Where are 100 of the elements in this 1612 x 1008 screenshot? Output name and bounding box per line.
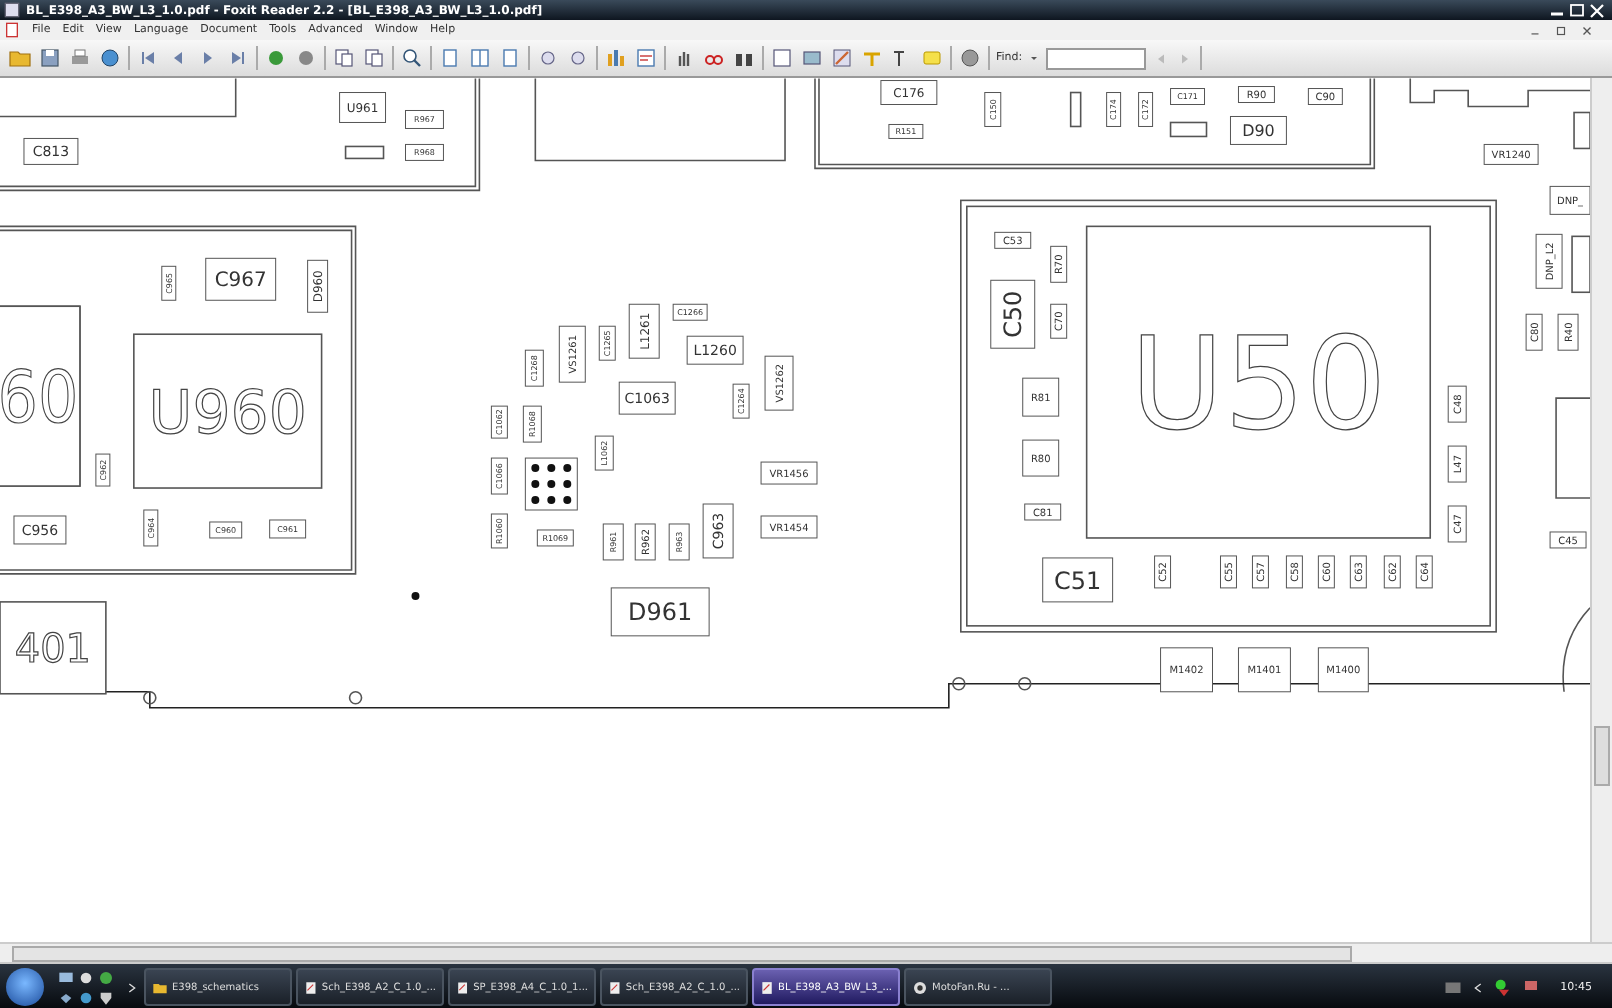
bar-chart-icon[interactable] <box>604 46 628 70</box>
component-outline <box>618 381 676 415</box>
component-outline <box>1022 439 1060 477</box>
component-outline <box>1042 557 1114 603</box>
component-outline <box>1160 647 1213 693</box>
maximize-icon[interactable] <box>1568 1 1586 19</box>
component-outline <box>760 461 818 485</box>
component-outline <box>1022 377 1060 417</box>
component-outline <box>23 137 79 165</box>
component-outline <box>1251 555 1269 589</box>
find-field[interactable] <box>1046 47 1147 69</box>
pencil-icon[interactable] <box>830 46 854 70</box>
component-outline <box>1349 555 1367 589</box>
component-outline <box>760 515 818 539</box>
page-icon[interactable] <box>438 46 462 70</box>
component-outline <box>1447 505 1467 543</box>
last-page-icon[interactable] <box>226 46 250 70</box>
bga-pad-drawing <box>524 457 578 511</box>
component-outline <box>672 303 708 321</box>
component-label: 401 <box>14 624 92 673</box>
restore-icon[interactable] <box>1554 23 1568 37</box>
component-label: C51 <box>1054 566 1102 595</box>
component-outline <box>1237 647 1291 693</box>
horizontal-scrollbar[interactable] <box>0 942 1612 964</box>
component-outline <box>1237 86 1275 103</box>
component-outline <box>490 405 508 439</box>
component-outline <box>13 515 67 545</box>
shield-icon[interactable] <box>98 989 114 1005</box>
component-outline <box>1154 555 1172 589</box>
component-outline <box>598 325 616 361</box>
close-icon[interactable] <box>1580 23 1594 37</box>
first-page-icon[interactable] <box>136 46 160 70</box>
component-outline <box>1549 185 1591 215</box>
component-outline <box>524 349 544 387</box>
component-outline <box>888 124 924 139</box>
document-icon <box>608 979 622 995</box>
component-outline <box>1050 245 1068 283</box>
component-label: C967 <box>214 270 267 293</box>
component-outline <box>536 529 574 547</box>
start-button[interactable] <box>6 968 44 1006</box>
save-icon[interactable] <box>38 46 62 70</box>
component-outline <box>1138 92 1154 127</box>
page-icon[interactable] <box>332 46 356 70</box>
folder-icon <box>152 979 168 995</box>
component-outline <box>764 355 794 411</box>
component-outline <box>339 92 386 123</box>
circle-icon[interactable] <box>78 969 94 985</box>
caret-icon[interactable] <box>1028 52 1041 64</box>
component-outline <box>702 503 734 559</box>
component-label: 60 <box>0 358 89 441</box>
component-outline <box>558 325 586 383</box>
document-icon <box>304 979 318 995</box>
component-outline <box>1230 116 1287 145</box>
component-outline <box>686 335 744 365</box>
component-outline <box>143 509 159 547</box>
component-label: C50 <box>999 290 1028 338</box>
component-outline <box>610 587 710 637</box>
two-page-icon[interactable] <box>468 46 492 70</box>
component-outline <box>405 110 444 129</box>
component-outline <box>628 303 660 359</box>
component-outline <box>594 435 614 471</box>
form-icon[interactable] <box>634 46 658 70</box>
component-label: D90 <box>1242 122 1275 141</box>
vertical-scrollbar[interactable] <box>1590 78 1612 942</box>
component-outline <box>1549 531 1587 549</box>
zoom-in-icon[interactable] <box>400 46 424 70</box>
image-icon[interactable] <box>800 46 824 70</box>
component-outline <box>602 523 624 561</box>
component-outline <box>1447 445 1467 483</box>
component-outline <box>984 92 1002 127</box>
component-outline <box>1557 313 1579 351</box>
component-outline <box>490 457 508 495</box>
app-icon <box>4 2 20 18</box>
component-outline <box>1383 555 1401 589</box>
page-icon[interactable] <box>498 46 522 70</box>
open-folder-icon[interactable] <box>8 46 32 70</box>
via-dot <box>411 591 420 600</box>
component-outline <box>990 279 1036 349</box>
component-outline <box>1447 385 1467 423</box>
component-outline <box>95 453 111 487</box>
browser-icon <box>912 979 928 995</box>
component-outline <box>1535 233 1563 289</box>
document-icon <box>456 979 470 995</box>
chevron-icon[interactable] <box>124 979 140 995</box>
page-icon[interactable] <box>362 46 386 70</box>
component-outline <box>1415 555 1433 589</box>
component-outline <box>634 523 656 561</box>
component-outline <box>307 259 329 313</box>
component-outline <box>1106 92 1122 127</box>
component-outline <box>405 143 444 161</box>
component-outline <box>269 519 307 539</box>
component-outline <box>1024 503 1062 521</box>
component-outline <box>490 513 508 549</box>
component-outline <box>1483 143 1539 165</box>
component-outline <box>161 265 177 301</box>
component-outline <box>732 383 750 419</box>
component-outline <box>1307 88 1343 105</box>
circle-icon[interactable] <box>98 969 114 985</box>
component-label: D961 <box>628 598 693 627</box>
chevron-icon[interactable] <box>1470 979 1487 995</box>
